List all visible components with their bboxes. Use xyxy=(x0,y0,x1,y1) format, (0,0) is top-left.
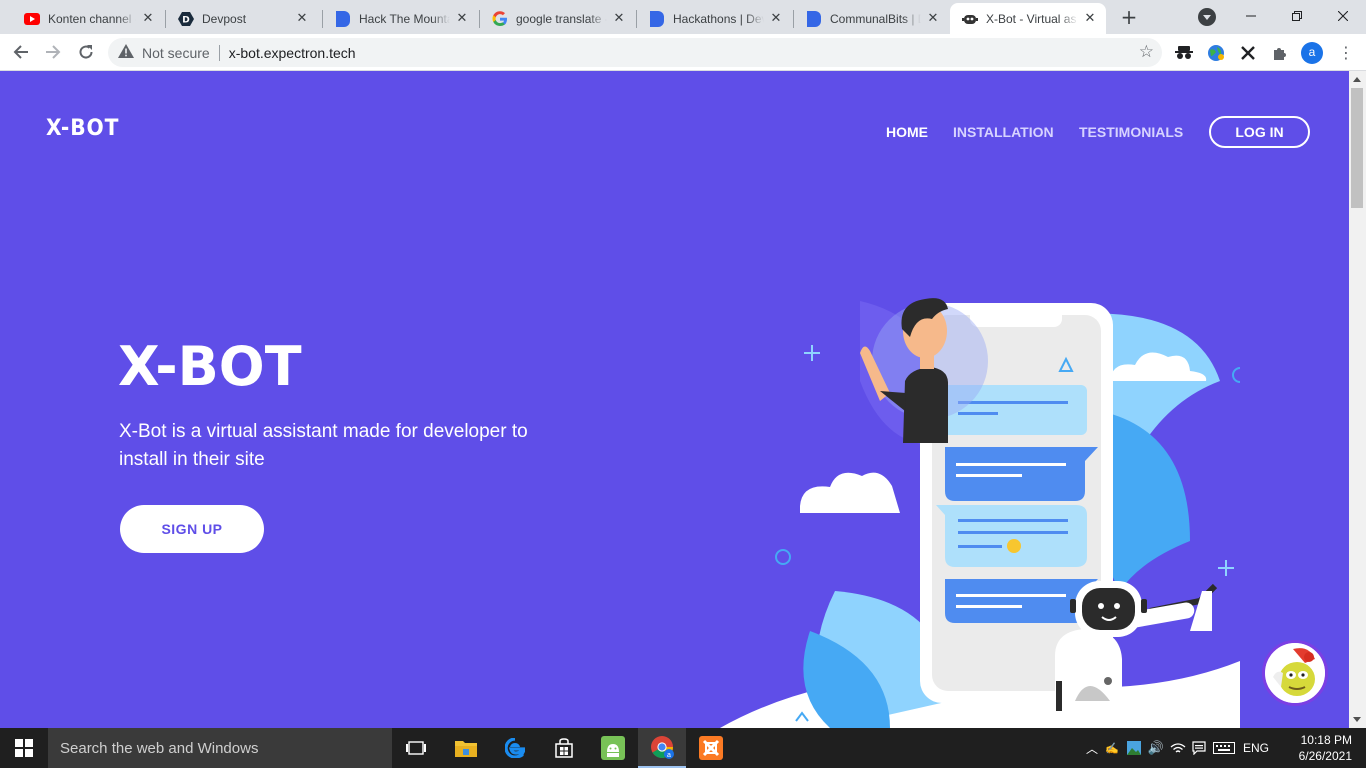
login-button[interactable]: LOG IN xyxy=(1209,116,1310,148)
restore-button[interactable] xyxy=(1274,0,1320,32)
svg-text:D: D xyxy=(182,15,189,25)
puzzle-extensions-icon[interactable] xyxy=(1270,43,1290,63)
keyboard-icon[interactable] xyxy=(1209,742,1239,754)
wifi-icon[interactable] xyxy=(1167,742,1189,754)
profile-avatar[interactable]: a xyxy=(1301,42,1323,64)
bookmark-star-icon[interactable]: ☆ xyxy=(1139,43,1154,61)
browser-toolbar: Not secure x-bot.expectron.tech ☆ a ⋮ xyxy=(0,34,1366,71)
start-button[interactable] xyxy=(0,728,48,768)
google-icon xyxy=(492,10,508,27)
hero-illustration xyxy=(720,298,1240,728)
new-tab-button[interactable]: + xyxy=(1117,5,1141,29)
input-method-icon[interactable]: ✍ xyxy=(1101,742,1123,755)
devpost-doc-icon xyxy=(335,10,351,27)
photos-tray-icon[interactable] xyxy=(1123,741,1145,755)
youtube-icon xyxy=(24,11,40,27)
xbot-icon xyxy=(962,11,978,27)
file-explorer-icon[interactable] xyxy=(442,728,490,768)
close-icon[interactable]: ✕ xyxy=(925,11,941,27)
forward-button[interactable] xyxy=(39,38,67,66)
close-icon[interactable]: ✕ xyxy=(1082,11,1098,27)
tab-title: Konten channel - xyxy=(48,11,136,26)
tab-xbot-active[interactable]: X-Bot - Virtual as ✕ xyxy=(950,3,1106,34)
hero-title: X-BOT xyxy=(118,335,302,398)
tab-youtube[interactable]: Konten channel - ✕ xyxy=(12,3,164,34)
windows-taskbar: Search the web and Windows a ︿ ✍ 🔊 ENG 1… xyxy=(0,728,1366,768)
site-logo[interactable]: X-BOT xyxy=(46,116,119,141)
url-text[interactable]: x-bot.expectron.tech xyxy=(229,45,356,61)
clock-date: 6/26/2021 xyxy=(1298,749,1352,763)
page-scrollbar[interactable] xyxy=(1349,71,1366,728)
tab-search-icon[interactable] xyxy=(1198,8,1216,26)
chrome-taskbar-icon[interactable]: a xyxy=(638,728,686,768)
close-icon[interactable]: ✕ xyxy=(768,11,784,27)
tab-title: X-Bot - Virtual as xyxy=(986,11,1077,26)
svg-text:a: a xyxy=(667,752,671,759)
tab-title: CommunalBits | D xyxy=(830,11,921,26)
devpost-doc-icon xyxy=(649,10,665,27)
scroll-down-arrow-icon[interactable] xyxy=(1353,717,1361,722)
tab-hackathons[interactable]: Hackathons | Dev ✕ xyxy=(637,3,792,34)
taskbar-search[interactable]: Search the web and Windows xyxy=(48,728,392,768)
clock-time: 10:18 PM xyxy=(1300,733,1352,747)
system-tray: ︿ ✍ 🔊 ENG xyxy=(1083,728,1273,768)
volume-icon[interactable]: 🔊 xyxy=(1145,740,1167,756)
tab-title: google translate - xyxy=(516,11,607,26)
omnibox-divider xyxy=(218,44,220,61)
taskbar-search-placeholder: Search the web and Windows xyxy=(60,739,259,757)
windows-logo-icon xyxy=(15,739,33,757)
tab-devpost[interactable]: D Devpost ✕ xyxy=(166,3,318,34)
tab-hack-the-mountains[interactable]: Hack The Mounta ✕ xyxy=(323,3,478,34)
tab-title: Devpost xyxy=(202,11,247,26)
scroll-up-arrow-icon[interactable] xyxy=(1353,77,1361,82)
security-label[interactable]: Not secure xyxy=(142,45,210,61)
close-icon[interactable]: ✕ xyxy=(611,11,627,27)
notification-icon[interactable] xyxy=(1189,741,1209,755)
devpost-icon: D xyxy=(178,11,194,27)
chat-avatar-icon xyxy=(1265,643,1325,703)
edge-browser-icon[interactable] xyxy=(491,728,539,768)
nav-home[interactable]: HOME xyxy=(886,124,928,140)
xampp-icon[interactable] xyxy=(687,728,735,768)
x-extension-icon[interactable] xyxy=(1238,43,1258,63)
tab-title: Hackathons | Dev xyxy=(673,11,764,26)
scroll-thumb[interactable] xyxy=(1351,88,1363,208)
reload-button[interactable] xyxy=(72,38,100,66)
browser-tab-strip: Konten channel - ✕ D Devpost ✕ Hack The … xyxy=(0,0,1366,34)
minimize-button[interactable] xyxy=(1228,0,1274,32)
chat-launcher-button[interactable] xyxy=(1262,640,1328,706)
globe-extension-icon[interactable] xyxy=(1206,43,1226,63)
tab-communalbits[interactable]: CommunalBits | D ✕ xyxy=(794,3,949,34)
devpost-doc-icon xyxy=(806,10,822,27)
back-button[interactable] xyxy=(7,38,35,66)
tab-google-translate[interactable]: google translate - ✕ xyxy=(480,3,635,34)
signup-button[interactable]: SIGN UP xyxy=(120,505,264,553)
close-icon[interactable]: ✕ xyxy=(294,11,310,27)
close-icon[interactable]: ✕ xyxy=(140,11,156,27)
warning-icon[interactable] xyxy=(118,44,134,61)
android-studio-icon[interactable] xyxy=(589,728,637,768)
hero-description: X-Bot is a virtual assistant made for de… xyxy=(119,421,528,470)
store-icon[interactable] xyxy=(540,728,588,768)
webpage: X-BOT HOME INSTALLATION TESTIMONIALS LOG… xyxy=(0,71,1349,728)
nav-installation[interactable]: INSTALLATION xyxy=(953,124,1054,140)
close-window-button[interactable] xyxy=(1320,0,1366,32)
browser-menu-icon[interactable]: ⋮ xyxy=(1338,43,1354,63)
tab-title: Hack The Mounta xyxy=(359,11,450,26)
task-view-icon[interactable] xyxy=(392,728,440,768)
spy-extension-icon[interactable] xyxy=(1174,43,1194,63)
address-bar[interactable]: Not secure x-bot.expectron.tech ☆ xyxy=(108,38,1162,67)
language-indicator[interactable]: ENG xyxy=(1239,741,1273,755)
close-icon[interactable]: ✕ xyxy=(454,11,470,27)
nav-testimonials[interactable]: TESTIMONIALS xyxy=(1079,124,1183,140)
taskbar-clock[interactable]: 10:18 PM 6/26/2021 xyxy=(1294,732,1352,764)
tray-chevron-up-icon[interactable]: ︿ xyxy=(1083,740,1101,757)
